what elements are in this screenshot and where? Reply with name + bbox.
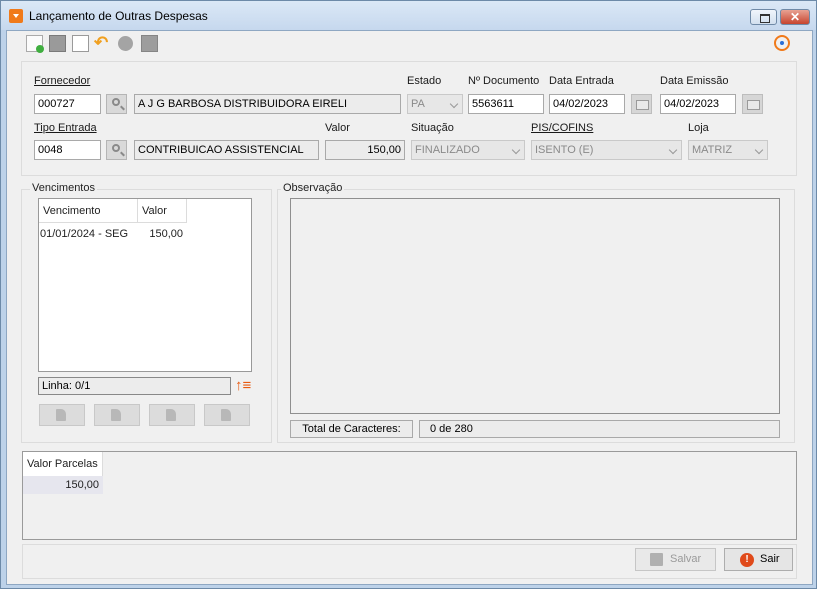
fornecedor-code-field[interactable]: 000727 (34, 94, 101, 114)
restore-button[interactable] (750, 9, 777, 25)
pis-cofins-select[interactable]: ISENTO (E) (531, 140, 682, 160)
save-icon (650, 553, 663, 566)
new-document-icon[interactable] (26, 35, 44, 53)
copy-icon[interactable] (72, 35, 89, 52)
tipo-entrada-label: Tipo Entrada (34, 122, 97, 134)
total-caracteres-value: 0 de 280 (419, 420, 780, 438)
tipo-entrada-code-field[interactable]: 0048 (34, 140, 101, 160)
n-documento-field[interactable]: 5563611 (468, 94, 544, 114)
magnifier-icon (112, 98, 120, 106)
observacao-textarea[interactable] (290, 198, 780, 414)
situacao-value: FINALIZADO (415, 144, 480, 156)
exit-icon: ! (740, 553, 754, 567)
add-row-button[interactable] (39, 404, 85, 426)
close-button[interactable]: ✕ (780, 9, 810, 25)
table-row-vencimento[interactable]: 01/01/2024 - SEG (40, 225, 138, 243)
title-bar: Lançamento de Outras Despesas ✕ (1, 1, 816, 30)
chevron-down-icon (668, 145, 678, 155)
valor-parcelas-value[interactable]: 150,00 (23, 476, 103, 494)
window-title: Lançamento de Outras Despesas (29, 9, 208, 23)
loja-select[interactable]: MATRIZ (688, 140, 768, 160)
app-window: Lançamento de Outras Despesas ✕ ↶ Fornec… (0, 0, 817, 589)
remove-row-button[interactable] (94, 404, 140, 426)
salvar-button[interactable]: Salvar (635, 548, 716, 571)
total-caracteres-label: Total de Caracteres: (290, 420, 413, 438)
cancel-icon[interactable] (118, 36, 133, 51)
print-icon[interactable] (141, 35, 158, 52)
estado-value: PA (411, 98, 425, 110)
config-row-button[interactable] (204, 404, 250, 426)
parcelas-panel: Valor Parcelas 150,00 (22, 451, 797, 540)
data-entrada-label: Data Entrada (549, 75, 614, 87)
loja-value: MATRIZ (692, 144, 733, 156)
observacao-title: Observação (281, 182, 345, 194)
magnifier-icon (112, 144, 120, 152)
undo-icon[interactable]: ↶ (94, 34, 111, 52)
loja-label: Loja (688, 122, 709, 134)
column-header-vencimento[interactable]: Vencimento (39, 199, 138, 223)
chevron-down-icon (449, 99, 459, 109)
save-icon[interactable] (49, 35, 66, 52)
fornecedor-label: Fornecedor (34, 75, 91, 87)
salvar-label: Salvar (670, 553, 702, 565)
chevron-down-icon (754, 145, 764, 155)
data-entrada-calendar-button[interactable] (631, 94, 652, 114)
fornecedor-name-field: A J G BARBOSA DISTRIBUIDORA EIRELI (134, 94, 401, 114)
edit-row-button[interactable] (149, 404, 195, 426)
fornecedor-search-button[interactable] (106, 94, 127, 114)
situacao-label: Situação (411, 122, 454, 134)
pis-cofins-label: PIS/COFINS (531, 122, 594, 134)
tipo-entrada-search-button[interactable] (106, 140, 127, 160)
n-documento-label: Nº Documento (468, 75, 540, 87)
data-emissao-calendar-button[interactable] (742, 94, 763, 114)
valor-label: Valor (325, 122, 350, 134)
sair-button[interactable]: ! Sair (724, 548, 793, 571)
pis-cofins-value: ISENTO (E) (535, 144, 594, 156)
data-emissao-field[interactable]: 04/02/2023 (660, 94, 736, 114)
sort-order-icon[interactable]: ↑≡ (235, 378, 251, 394)
timer-icon[interactable] (774, 35, 790, 51)
column-header-valor[interactable]: Valor (138, 199, 187, 223)
estado-label: Estado (407, 75, 442, 87)
app-icon (9, 9, 23, 23)
linha-indicator: Linha: 0/1 (38, 377, 231, 395)
client-area: ↶ Fornecedor Estado Nº Documento Data En… (6, 30, 813, 585)
vencimentos-title: Vencimentos (30, 182, 97, 194)
chevron-down-icon (511, 145, 521, 155)
valor-field[interactable]: 150,00 (325, 140, 405, 160)
table-row-valor[interactable]: 150,00 (138, 225, 183, 243)
tipo-entrada-name-field: CONTRIBUICAO ASSISTENCIAL (134, 140, 319, 160)
valor-parcelas-header[interactable]: Valor Parcelas (23, 452, 103, 476)
data-emissao-label: Data Emissão (660, 75, 729, 87)
vencimentos-grid[interactable]: Vencimento Valor 01/01/2024 - SEG 150,00 (38, 198, 252, 372)
situacao-select[interactable]: FINALIZADO (411, 140, 525, 160)
sair-label: Sair (760, 553, 780, 565)
estado-select[interactable]: PA (407, 94, 463, 114)
data-entrada-field[interactable]: 04/02/2023 (549, 94, 625, 114)
